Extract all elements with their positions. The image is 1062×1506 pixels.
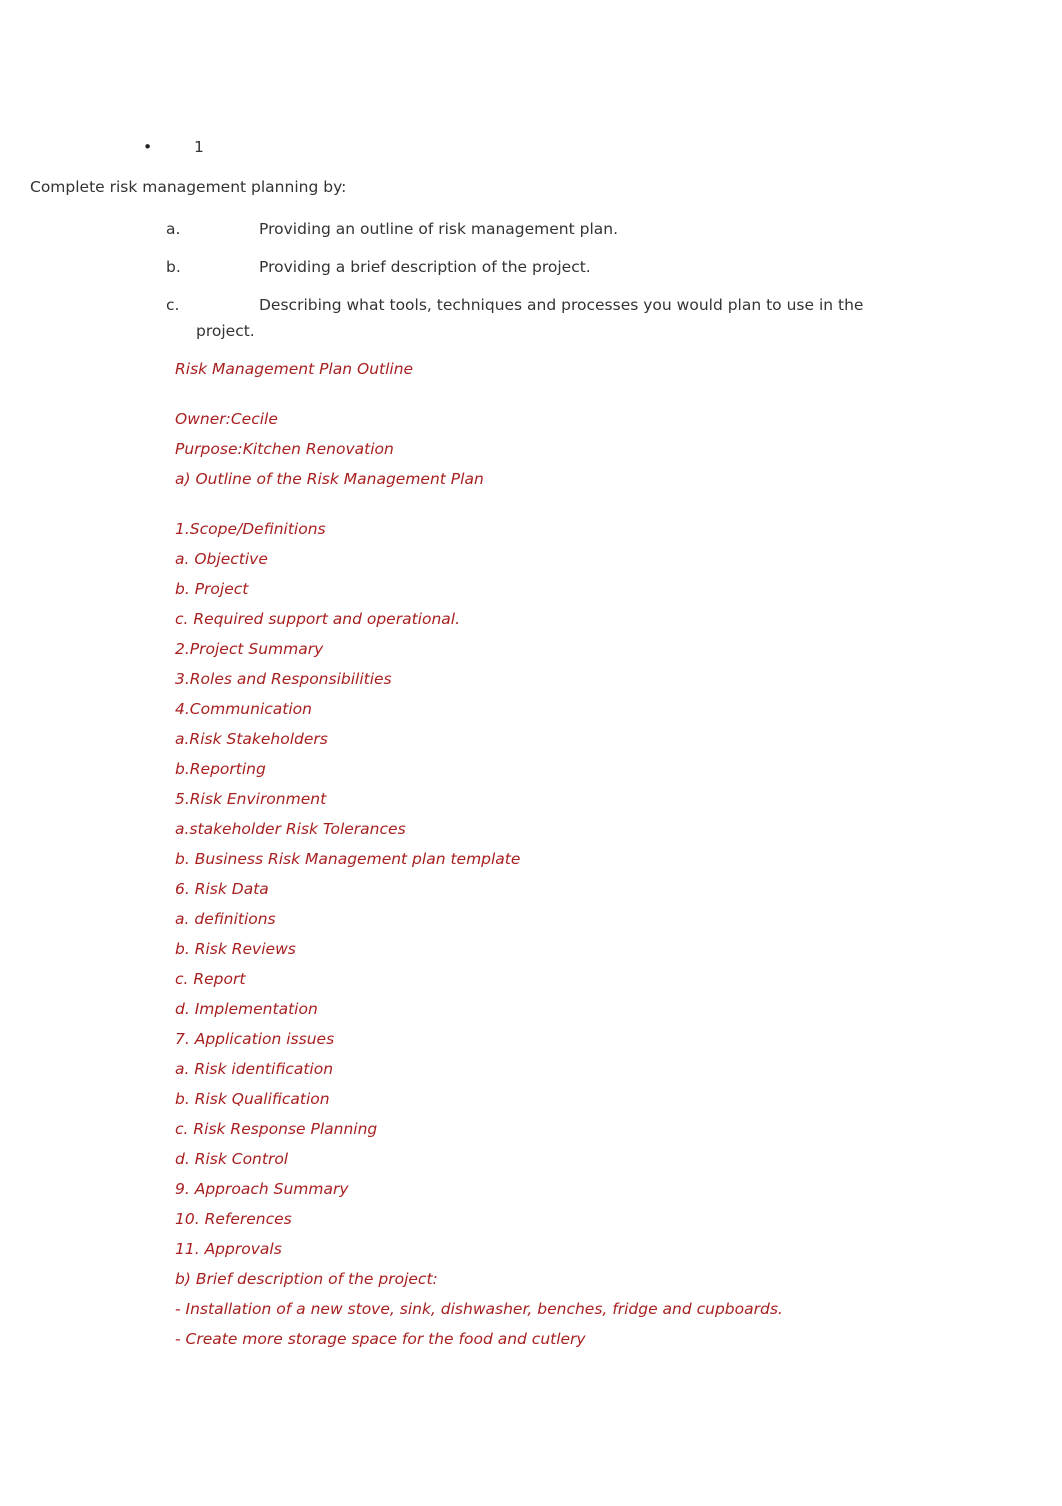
outline-item: b. Project: [175, 580, 249, 598]
outline-item: a. Objective: [175, 550, 268, 568]
outline-item: 9. Approach Summary: [175, 1180, 349, 1198]
outline-item: 11. Approvals: [175, 1240, 282, 1258]
list-item-text-line2: project.: [196, 322, 255, 340]
answer-section-b-heading: b) Brief description of the project:: [175, 1270, 438, 1288]
outline-item: d. Risk Control: [175, 1150, 289, 1168]
answer-heading: Risk Management Plan Outline: [175, 360, 414, 378]
list-item-marker: c.: [166, 296, 180, 314]
list-item: c. Describing what tools, techniques and…: [0, 292, 900, 344]
outline-item: d. Implementation: [175, 1000, 318, 1018]
project-description-bullet: - Create more storage space for the food…: [175, 1330, 586, 1348]
question-block: • 1 Complete risk management planning by…: [0, 134, 900, 200]
list-item: a. Providing an outline of risk manageme…: [0, 216, 900, 242]
outline-item: c. Risk Response Planning: [175, 1120, 378, 1138]
outline-item: 7. Application issues: [175, 1030, 335, 1048]
document-page: • 1 Complete risk management planning by…: [0, 0, 1062, 1506]
question-lead-in: Complete risk management planning by:: [30, 178, 347, 196]
outline-item: b. Risk Qualification: [175, 1090, 330, 1108]
list-item-marker: b.: [166, 258, 181, 276]
outline-item: 3.Roles and Responsibilities: [175, 670, 392, 688]
list-item-text: Providing a brief description of the pro…: [259, 258, 591, 276]
list-item: b. Providing a brief description of the …: [0, 254, 900, 280]
outline-item: 5.Risk Environment: [175, 790, 327, 808]
outline-item: 1.Scope/Definitions: [175, 520, 326, 538]
outline-item: a. definitions: [175, 910, 276, 928]
outline-item: a. Risk identification: [175, 1060, 334, 1078]
answer-block: Risk Management Plan Outline Owner:Cecil…: [175, 354, 1015, 1354]
list-item-text: Providing an outline of risk management …: [259, 220, 619, 238]
answer-section-a-heading: a) Outline of the Risk Management Plan: [175, 470, 484, 488]
outline-item: 10. References: [175, 1210, 292, 1228]
list-item-text: Describing what tools, techniques and pr…: [196, 292, 900, 344]
list-item-text-line1: Describing what tools, techniques and pr…: [259, 296, 864, 314]
outline-item: c. Report: [175, 970, 246, 988]
outline-item: b. Risk Reviews: [175, 940, 296, 958]
outline-item: 2.Project Summary: [175, 640, 324, 658]
outline-item: b. Business Risk Management plan templat…: [175, 850, 521, 868]
answer-owner-line: Owner:Cecile: [175, 410, 278, 428]
outline-item: 4.Communication: [175, 700, 312, 718]
outline-item: b.Reporting: [175, 760, 266, 778]
project-description-bullet: - Installation of a new stove, sink, dis…: [175, 1300, 783, 1318]
list-item-marker: a.: [166, 220, 181, 238]
outline-item: 6. Risk Data: [175, 880, 269, 898]
question-sub-list: a. Providing an outline of risk manageme…: [0, 216, 900, 356]
bullet-point-icon: •: [143, 138, 153, 156]
outline-item: a.Risk Stakeholders: [175, 730, 328, 748]
outline-item: c. Required support and operational.: [175, 610, 461, 628]
question-bullet-row: • 1: [0, 134, 900, 160]
outline-item: a.stakeholder Risk Tolerances: [175, 820, 406, 838]
question-number: 1: [194, 138, 204, 156]
answer-purpose-line: Purpose:Kitchen Renovation: [175, 440, 394, 458]
